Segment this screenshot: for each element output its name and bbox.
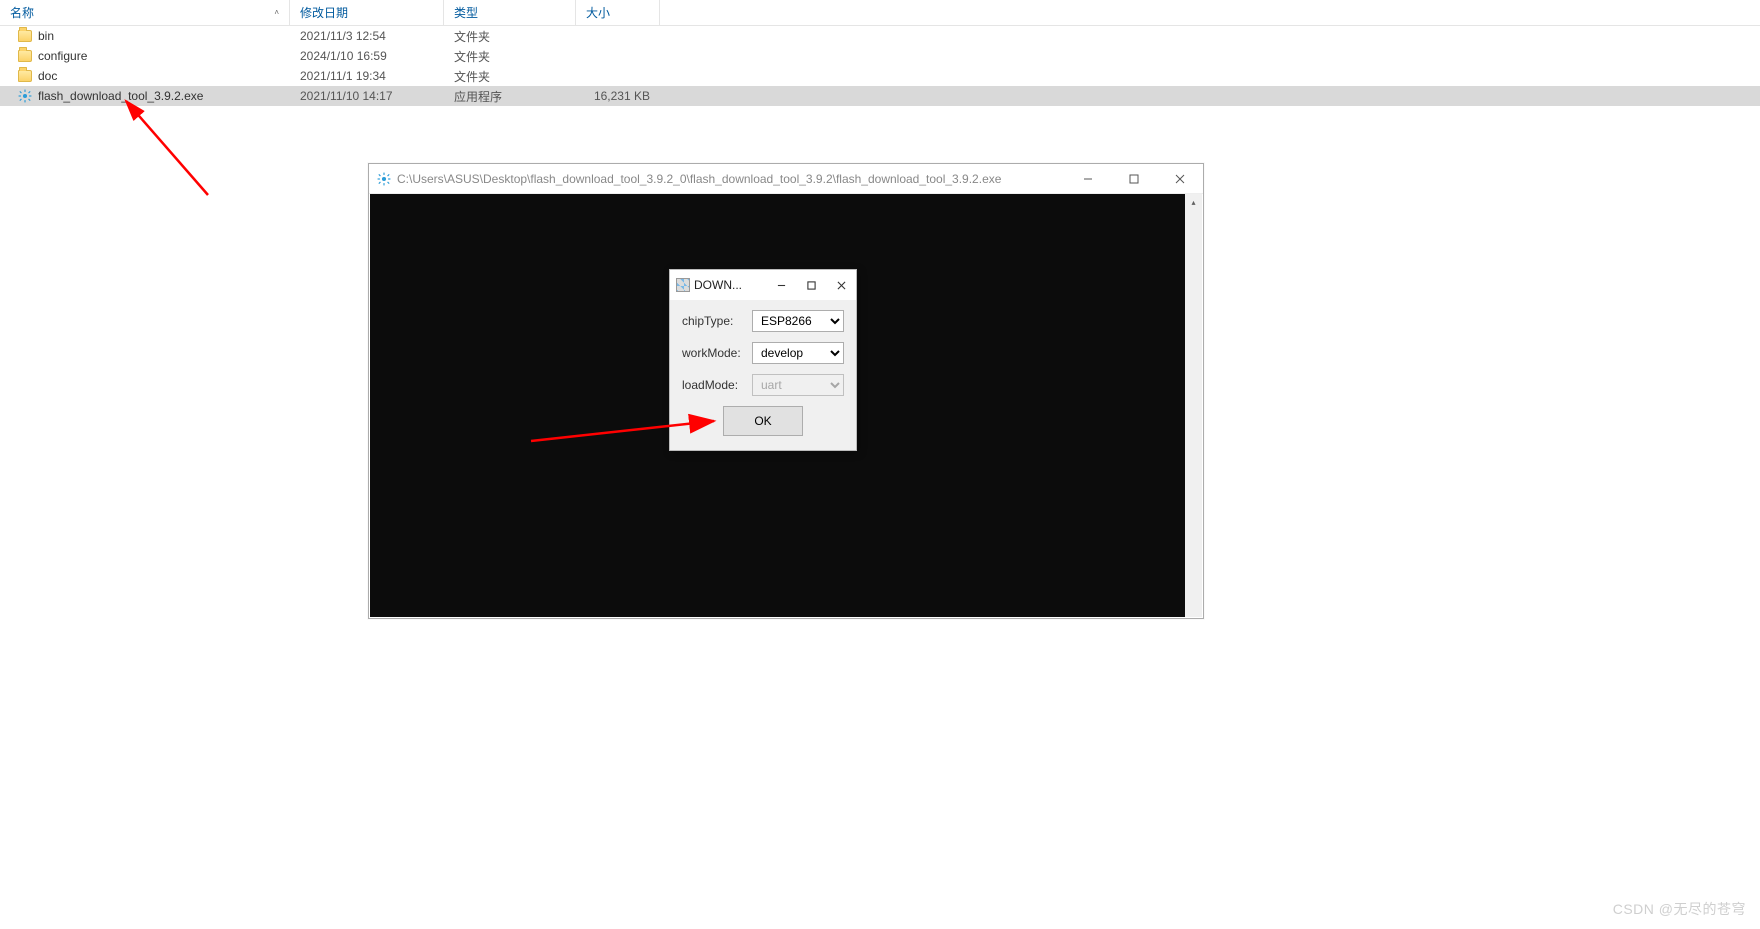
- file-name: bin: [38, 29, 54, 43]
- minimize-button[interactable]: [1065, 164, 1111, 193]
- chiptype-select[interactable]: ESP8266: [752, 310, 844, 332]
- file-name: doc: [38, 69, 57, 83]
- console-title-text: C:\Users\ASUS\Desktop\flash_download_too…: [397, 172, 1059, 186]
- scroll-up-button[interactable]: ▴: [1185, 194, 1202, 211]
- file-date: 2021/11/1 19:34: [290, 69, 444, 83]
- file-type: 文件夹: [444, 28, 576, 45]
- download-config-dialog: DOWN... chipType: ESP8266 workMode: deve…: [669, 269, 857, 451]
- file-type: 文件夹: [444, 48, 576, 65]
- loadmode-select: uart: [752, 374, 844, 396]
- sort-chevron-icon: ˄: [274, 8, 279, 17]
- folder-icon: [18, 70, 32, 82]
- gear-icon: [377, 172, 391, 186]
- console-titlebar[interactable]: C:\Users\ASUS\Desktop\flash_download_too…: [369, 164, 1203, 194]
- col-header-date[interactable]: 修改日期: [290, 0, 444, 25]
- col-name-label: 名称: [10, 4, 34, 21]
- col-header-name[interactable]: 名称 ˄: [0, 0, 290, 25]
- dialog-titlebar[interactable]: DOWN...: [670, 270, 856, 300]
- maximize-button[interactable]: [796, 270, 826, 300]
- file-date: 2024/1/10 16:59: [290, 49, 444, 63]
- file-type: 文件夹: [444, 68, 576, 85]
- scrollbar[interactable]: ▴: [1185, 194, 1202, 617]
- file-row-selected[interactable]: flash_download_tool_3.9.2.exe 2021/11/10…: [0, 86, 1760, 106]
- dialog-title-text: DOWN...: [694, 278, 762, 292]
- file-row[interactable]: configure 2024/1/10 16:59 文件夹: [0, 46, 1760, 66]
- close-button[interactable]: [1157, 164, 1203, 193]
- file-type: 应用程序: [444, 88, 576, 105]
- watermark: CSDN @无尽的苍穹: [1613, 899, 1746, 919]
- annotation-arrow-icon: [118, 95, 228, 205]
- workmode-select[interactable]: develop: [752, 342, 844, 364]
- gear-icon: [18, 89, 32, 103]
- loadmode-label: loadMode:: [682, 378, 744, 392]
- minimize-button[interactable]: [766, 270, 796, 300]
- file-list-header: 名称 ˄ 修改日期 类型 大小: [0, 0, 1760, 26]
- ok-button[interactable]: OK: [723, 406, 803, 436]
- file-row[interactable]: doc 2021/11/1 19:34 文件夹: [0, 66, 1760, 86]
- col-header-type[interactable]: 类型: [444, 0, 576, 25]
- folder-icon: [18, 50, 32, 62]
- file-date: 2021/11/3 12:54: [290, 29, 444, 43]
- file-row[interactable]: bin 2021/11/3 12:54 文件夹: [0, 26, 1760, 46]
- chiptype-label: chipType:: [682, 314, 744, 328]
- maximize-button[interactable]: [1111, 164, 1157, 193]
- file-name: flash_download_tool_3.9.2.exe: [38, 89, 203, 103]
- file-date: 2021/11/10 14:17: [290, 89, 444, 103]
- file-name: configure: [38, 49, 87, 63]
- app-icon: [676, 278, 690, 292]
- close-button[interactable]: [826, 270, 856, 300]
- col-header-size[interactable]: 大小: [576, 0, 660, 25]
- folder-icon: [18, 30, 32, 42]
- workmode-label: workMode:: [682, 346, 744, 360]
- file-size: 16,231 KB: [576, 89, 660, 103]
